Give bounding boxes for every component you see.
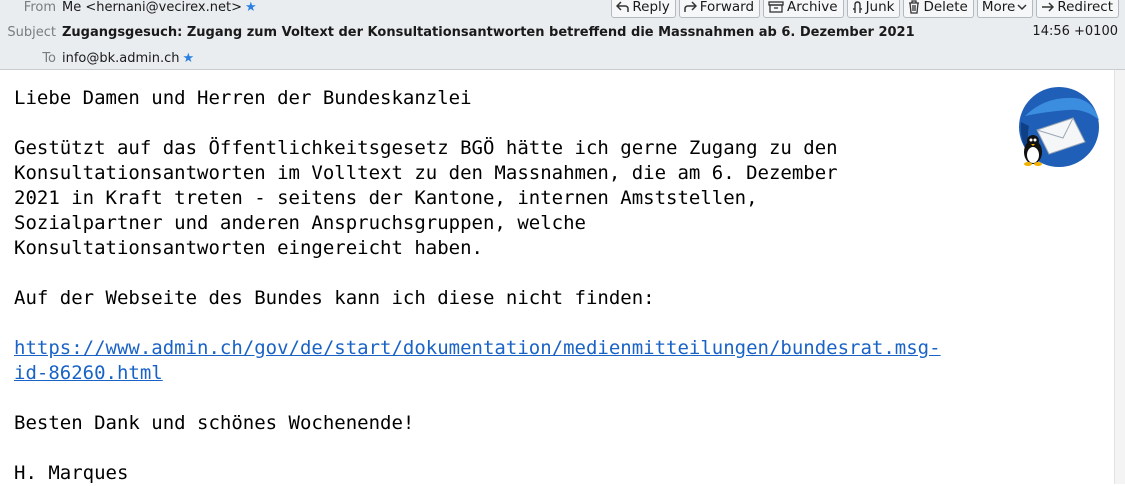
- from-address[interactable]: Me <hernani@vecirex.net>: [62, 0, 242, 15]
- archive-icon: [768, 1, 784, 13]
- forward-label: Forward: [699, 0, 755, 15]
- message-header: From Me <hernani@vecirex.net> ★ Subject Z…: [0, 0, 1125, 70]
- to-address[interactable]: info@bk.admin.ch: [62, 51, 180, 66]
- from-label: From: [23, 0, 56, 15]
- body-line: Auf der Webseite des Bundes kann ich die…: [14, 287, 655, 309]
- star-icon[interactable]: ★: [183, 51, 195, 67]
- admin-link-part1[interactable]: https://www.admin.ch/gov/de/start/dokume…: [14, 337, 941, 359]
- closing-line: Besten Dank und schönes Wochenende!: [14, 412, 415, 434]
- redirect-button[interactable]: Redirect: [1036, 0, 1119, 18]
- signature-line: H. Marques: [14, 462, 129, 484]
- redirect-icon: [1041, 1, 1055, 13]
- redirect-label: Redirect: [1057, 0, 1113, 15]
- body-line: Sozialpartner und anderen Anspruchsgrupp…: [14, 212, 586, 234]
- body-line: Gestützt auf das Öffentlichkeitsgesetz B…: [14, 137, 838, 159]
- junk-button[interactable]: Junk: [846, 0, 901, 18]
- reply-button[interactable]: Reply: [611, 0, 676, 18]
- archive-label: Archive: [787, 0, 838, 15]
- message-body: Liebe Damen und Herren der Bundeskanzlei…: [14, 86, 1104, 486]
- to-label: To: [42, 51, 56, 66]
- star-icon[interactable]: ★: [245, 0, 257, 16]
- chevron-down-icon: [1017, 3, 1027, 11]
- junk-label: Junk: [865, 0, 895, 15]
- thunderbird-logo: [1019, 87, 1099, 167]
- admin-link-part2[interactable]: id-86260.html: [14, 362, 163, 384]
- delete-button[interactable]: Delete: [903, 0, 974, 18]
- message-toolbar: Reply Forward Archive Junk Delete More R…: [611, 0, 1119, 18]
- message-time: 14:56 +0100: [1032, 24, 1118, 39]
- greeting-line: Liebe Damen und Herren der Bundeskanzlei: [14, 87, 472, 109]
- from-value[interactable]: Me <hernani@vecirex.net> ★: [62, 0, 257, 16]
- forward-icon: [684, 1, 697, 13]
- vertical-scrollbar[interactable]: [1114, 70, 1125, 484]
- subject-value: Zugangsgesuch: Zugang zum Voltext der Ko…: [62, 25, 915, 40]
- delete-icon: [908, 0, 920, 14]
- forward-button[interactable]: Forward: [678, 0, 761, 18]
- to-value[interactable]: info@bk.admin.ch ★: [62, 51, 194, 67]
- delete-label: Delete: [923, 0, 968, 15]
- junk-icon: [852, 0, 863, 14]
- body-line: Konsultationsantworten im Volltext zu de…: [14, 162, 838, 184]
- reply-label: Reply: [632, 0, 670, 15]
- body-line: Konsultationsantworten eingereicht haben…: [14, 237, 483, 259]
- more-button[interactable]: More: [976, 0, 1034, 18]
- more-label: More: [981, 0, 1016, 15]
- reply-icon: [616, 1, 630, 13]
- archive-button[interactable]: Archive: [763, 0, 844, 18]
- subject-label: Subject: [7, 25, 56, 40]
- body-line: 2021 in Kraft treten - seitens der Kanto…: [14, 187, 758, 209]
